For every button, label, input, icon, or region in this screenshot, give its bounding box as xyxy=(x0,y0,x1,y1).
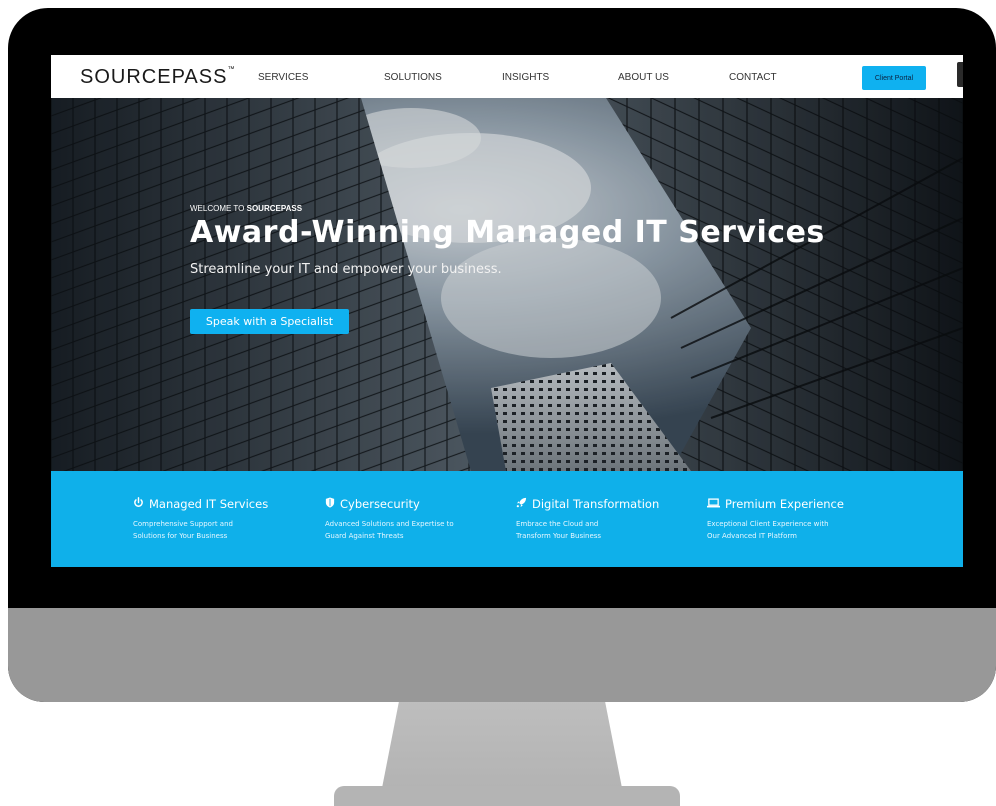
feature-title-row: Premium Experience xyxy=(707,497,897,511)
feature-desc-line: Guard Against Threats xyxy=(325,532,404,540)
welcome-prefix: WELCOME TO xyxy=(190,204,247,213)
welcome-brand: SOURCEPASS xyxy=(246,204,303,213)
feature-desc-line: Our Advanced IT Platform xyxy=(707,532,797,540)
nav-insights[interactable]: INSIGHTS xyxy=(502,72,549,83)
feature-digital-transformation[interactable]: Digital Transformation Embrace the Cloud… xyxy=(516,497,706,542)
feature-band: Managed IT Services Comprehensive Suppor… xyxy=(51,471,963,567)
speak-with-specialist-button[interactable]: Speak with a Specialist xyxy=(190,309,349,334)
feature-title: Managed IT Services xyxy=(149,497,269,511)
nav-about-us[interactable]: ABOUT US xyxy=(618,72,669,83)
feature-description: Advanced Solutions and Expertise to Guar… xyxy=(325,518,515,542)
client-portal-button[interactable]: Client Portal xyxy=(862,66,926,90)
feature-desc-line: Embrace the Cloud and xyxy=(516,520,599,528)
feature-desc-line: Exceptional Client Experience with xyxy=(707,520,829,528)
hero-subheadline: Streamline your IT and empower your busi… xyxy=(190,262,502,277)
hero-background-image xyxy=(51,98,963,471)
feature-desc-line: Transform Your Business xyxy=(516,532,602,540)
feature-managed-it[interactable]: Managed IT Services Comprehensive Suppor… xyxy=(133,497,323,542)
website-screen: SOURCEPASS™ SERVICES SOLUTIONS INSIGHTS … xyxy=(51,55,963,567)
feature-description: Comprehensive Support and Solutions for … xyxy=(133,518,323,542)
sourcepass-logo[interactable]: SOURCEPASS™ xyxy=(80,66,235,89)
nav-services[interactable]: SERVICES xyxy=(258,72,308,83)
shield-icon xyxy=(325,497,335,511)
laptop-icon xyxy=(707,497,720,511)
feature-title: Premium Experience xyxy=(725,497,844,511)
feature-title-row: Digital Transformation xyxy=(516,497,706,511)
monitor-stand-base xyxy=(334,786,680,806)
feature-title-row: Managed IT Services xyxy=(133,497,323,511)
hero-headline: Award-Winning Managed IT Services xyxy=(190,215,825,250)
top-navbar: SOURCEPASS™ SERVICES SOLUTIONS INSIGHTS … xyxy=(51,55,963,98)
feature-description: Embrace the Cloud and Transform Your Bus… xyxy=(516,518,706,542)
feature-desc-line: Solutions for Your Business xyxy=(133,532,228,540)
feature-title-row: Cybersecurity xyxy=(325,497,515,511)
rocket-icon xyxy=(516,497,527,511)
feature-title: Digital Transformation xyxy=(532,497,660,511)
nav-solutions[interactable]: SOLUTIONS xyxy=(384,72,442,83)
feature-description: Exceptional Client Experience with Our A… xyxy=(707,518,897,542)
side-tab[interactable] xyxy=(957,62,963,87)
monitor-stand-neck xyxy=(382,690,622,788)
logo-trademark: ™ xyxy=(227,66,236,73)
feature-premium-experience[interactable]: Premium Experience Exceptional Client Ex… xyxy=(707,497,897,542)
welcome-text: WELCOME TO SOURCEPASS xyxy=(190,204,302,213)
hero-section: WELCOME TO SOURCEPASS Award-Winning Mana… xyxy=(51,98,963,471)
feature-cybersecurity[interactable]: Cybersecurity Advanced Solutions and Exp… xyxy=(325,497,515,542)
feature-title: Cybersecurity xyxy=(340,497,420,511)
feature-desc-line: Comprehensive Support and xyxy=(133,520,233,528)
monitor: SOURCEPASS™ SERVICES SOLUTIONS INSIGHTS … xyxy=(8,8,996,702)
feature-desc-line: Advanced Solutions and Expertise to xyxy=(325,520,454,528)
logo-text: SOURCEPASS xyxy=(80,66,228,88)
power-icon xyxy=(133,497,144,511)
nav-contact[interactable]: CONTACT xyxy=(729,72,777,83)
monitor-chin xyxy=(8,608,996,702)
